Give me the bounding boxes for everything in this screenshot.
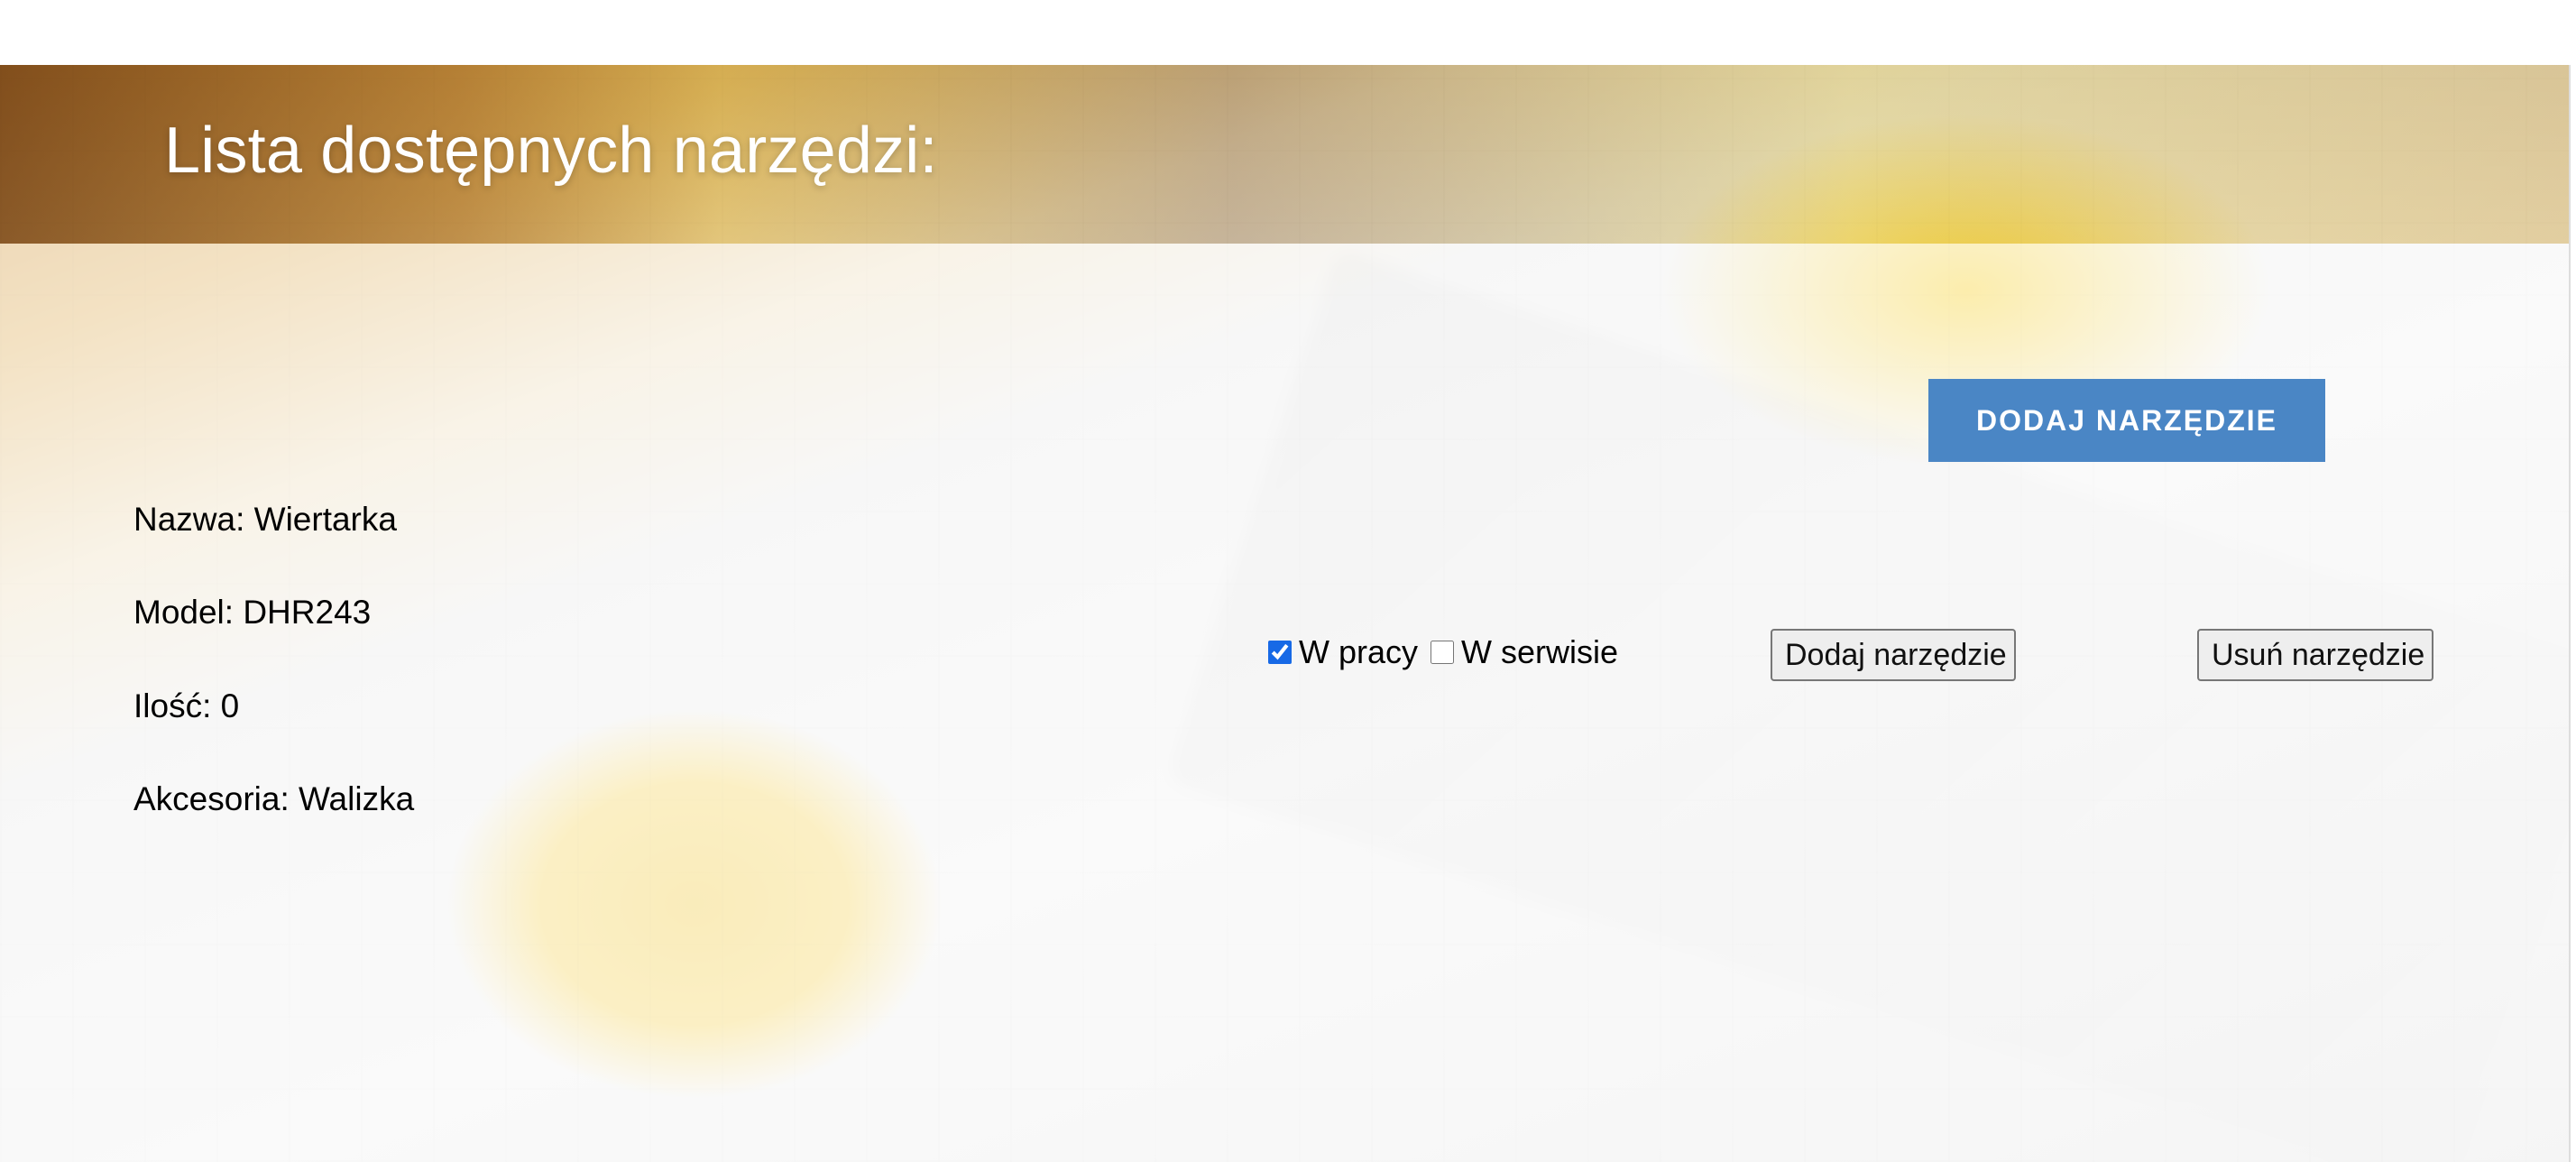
in-work-label[interactable]: W pracy (1299, 633, 1418, 671)
tool-accessories: Akcesoria: Walizka (133, 780, 415, 818)
in-service-label[interactable]: W serwisie (1461, 633, 1618, 671)
tool-model: Model: DHR243 (133, 594, 372, 632)
add-tool-button[interactable]: DODAJ NARZĘDZIE (1928, 379, 2325, 462)
add-tool-row-button[interactable]: Dodaj narzędzie (1771, 629, 2016, 681)
page-title: Lista dostępnych narzędzi: (164, 115, 938, 187)
page: Lista dostępnych narzędzi: DODAJ NARZĘDZ… (0, 0, 2576, 1162)
tool-quantity: Ilość: 0 (133, 687, 240, 724)
in-service-checkbox[interactable] (1431, 641, 1455, 664)
remove-tool-button[interactable]: Usuń narzędzie (2197, 629, 2433, 681)
in-work-checkbox[interactable] (1268, 641, 1292, 664)
tool-status-options: W pracy W serwisie (1268, 633, 1624, 671)
tool-details: Nazwa: Wiertarka Model: DHR243 Ilość: 0 … (133, 500, 603, 873)
page-edge (2569, 65, 2576, 1162)
tool-name: Nazwa: Wiertarka (133, 501, 397, 538)
